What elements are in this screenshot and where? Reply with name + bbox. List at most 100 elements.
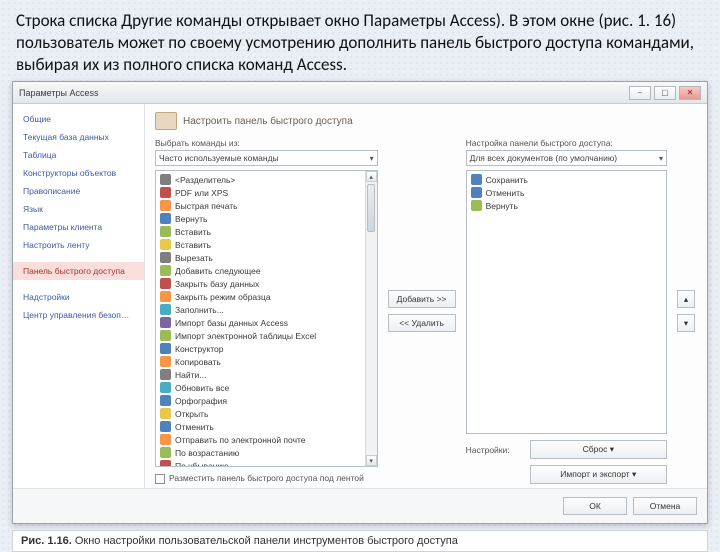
- list-item-label: Заполнить...: [175, 305, 224, 315]
- titlebar[interactable]: Параметры Access – ▢ ✕: [13, 82, 707, 104]
- list-item[interactable]: Копировать: [156, 355, 377, 368]
- command-icon: [160, 447, 171, 458]
- customize-qat-label: Настройка панели быстрого доступа:: [466, 138, 667, 148]
- ok-button[interactable]: ОК: [563, 497, 627, 515]
- move-up-button[interactable]: ▴: [677, 290, 695, 308]
- move-down-button[interactable]: ▾: [677, 314, 695, 332]
- sidebar-item[interactable]: Таблица: [13, 146, 144, 164]
- command-icon: [160, 304, 171, 315]
- list-item-label: <Разделитель>: [175, 175, 235, 185]
- list-item[interactable]: Вставить: [156, 225, 377, 238]
- list-item[interactable]: Заполнить...: [156, 303, 377, 316]
- list-item[interactable]: По убыванию: [156, 459, 377, 467]
- command-icon: [160, 343, 171, 354]
- list-item[interactable]: Отменить: [467, 186, 666, 199]
- sidebar-item[interactable]: Текущая база данных: [13, 128, 144, 146]
- scroll-thumb[interactable]: [367, 184, 375, 232]
- sidebar-item[interactable]: Конструкторы объектов: [13, 164, 144, 182]
- show-below-ribbon-checkbox[interactable]: [155, 474, 165, 484]
- list-item[interactable]: Закрыть базу данных: [156, 277, 377, 290]
- scroll-down-icon[interactable]: ▾: [366, 455, 377, 466]
- scroll-up-icon[interactable]: ▴: [366, 171, 377, 182]
- list-item[interactable]: Найти...: [156, 368, 377, 381]
- sidebar-item[interactable]: Правописание: [13, 182, 144, 200]
- list-item[interactable]: По возрастанию: [156, 446, 377, 459]
- maximize-button[interactable]: ▢: [654, 86, 676, 100]
- command-icon: [160, 317, 171, 328]
- available-commands-list[interactable]: <Разделитель> PDF или XPS Быстрая печатьВе…: [155, 170, 378, 467]
- list-item[interactable]: Закрыть режим образца: [156, 290, 377, 303]
- list-item[interactable]: <Разделитель>: [156, 173, 377, 186]
- list-item-label: Вставить: [175, 227, 211, 237]
- command-icon: [160, 265, 171, 276]
- list-item-label: PDF или XPS: [175, 188, 228, 198]
- section-header: Настроить панель быстрого доступа: [155, 112, 697, 130]
- list-item[interactable]: Сохранить: [467, 173, 666, 186]
- show-below-ribbon-label: Разместить панель быстрого доступа под л…: [169, 473, 364, 483]
- list-item-label: Найти...: [175, 370, 206, 380]
- list-item-label: Быстрая печать: [175, 201, 238, 211]
- chevron-down-icon: ▾: [370, 154, 374, 163]
- add-button[interactable]: Добавить >>: [388, 290, 456, 308]
- slide-paragraph: Строка списка Другие команды открывает о…: [0, 0, 720, 81]
- sidebar-item[interactable]: Панель быстрого доступа: [13, 262, 144, 280]
- list-item-label: Сохранить: [486, 175, 528, 185]
- import-export-button[interactable]: Импорт и экспорт ▾: [530, 465, 667, 484]
- command-icon: [160, 434, 171, 445]
- list-item[interactable]: Отменить: [156, 420, 377, 433]
- list-item-label: Вставить: [175, 240, 211, 250]
- command-icon: [160, 369, 171, 380]
- list-item[interactable]: Вернуть: [467, 199, 666, 212]
- choose-commands-value: Часто используемые команды: [159, 153, 279, 163]
- choose-commands-dropdown[interactable]: Часто используемые команды ▾: [155, 150, 378, 166]
- sidebar-item[interactable]: Общие: [13, 110, 144, 128]
- list-item-label: Отменить: [486, 188, 525, 198]
- command-icon: [160, 187, 171, 198]
- list-item-label: Отменить: [175, 422, 214, 432]
- list-item-label: Вернуть: [486, 201, 518, 211]
- command-icon: [160, 252, 171, 263]
- scrollbar[interactable]: ▴ ▾: [365, 171, 377, 466]
- remove-button[interactable]: << Удалить: [388, 314, 456, 332]
- caption-number: Рис. 1.16.: [21, 535, 72, 547]
- current-qat-list[interactable]: Сохранить Отменить Вернуть: [466, 170, 667, 434]
- list-item[interactable]: Добавить следующее: [156, 264, 377, 277]
- list-item[interactable]: Конструктор: [156, 342, 377, 355]
- list-item-label: Импорт базы данных Access: [175, 318, 288, 328]
- list-item[interactable]: Вернуть: [156, 212, 377, 225]
- command-icon: [160, 330, 171, 341]
- figure-caption: Рис. 1.16. Окно настройки пользовательск…: [12, 530, 708, 552]
- reset-button[interactable]: Сброс ▾: [530, 440, 667, 459]
- cancel-button[interactable]: Отмена: [633, 497, 697, 515]
- list-item[interactable]: Отправить по электронной почте: [156, 433, 377, 446]
- section-title-text: Настроить панель быстрого доступа: [183, 116, 353, 127]
- list-item-label: Копировать: [175, 357, 221, 367]
- list-item-label: Импорт электронной таблицы Excel: [175, 331, 316, 341]
- command-icon: [160, 382, 171, 393]
- list-item[interactable]: Импорт электронной таблицы Excel: [156, 329, 377, 342]
- minimize-button[interactable]: –: [629, 86, 651, 100]
- list-item-label: Добавить следующее: [175, 266, 261, 276]
- command-icon: [160, 291, 171, 302]
- close-button[interactable]: ✕: [679, 86, 701, 100]
- list-item[interactable]: Обновить все: [156, 381, 377, 394]
- list-item[interactable]: Открыть: [156, 407, 377, 420]
- list-item[interactable]: Импорт базы данных Access: [156, 316, 377, 329]
- sidebar-item[interactable]: Параметры клиента: [13, 218, 144, 236]
- sidebar-item[interactable]: Настроить ленту: [13, 236, 144, 254]
- command-icon: [160, 174, 171, 185]
- list-item-label: По возрастанию: [175, 448, 239, 458]
- list-item[interactable]: Орфография: [156, 394, 377, 407]
- choose-commands-label: Выбрать команды из:: [155, 138, 378, 148]
- list-item[interactable]: Вырезать: [156, 251, 377, 264]
- sidebar-item[interactable]: Язык: [13, 200, 144, 218]
- sidebar-item[interactable]: Надстройки: [13, 288, 144, 306]
- command-icon: [160, 408, 171, 419]
- customize-qat-dropdown[interactable]: Для всех документов (по умолчанию) ▾: [466, 150, 667, 166]
- command-icon: [160, 200, 171, 211]
- sidebar-item[interactable]: Центр управления безопасностью: [13, 306, 144, 324]
- list-item[interactable]: Быстрая печать: [156, 199, 377, 212]
- list-item-label: Конструктор: [175, 344, 223, 354]
- list-item[interactable]: PDF или XPS: [156, 186, 377, 199]
- list-item[interactable]: Вставить: [156, 238, 377, 251]
